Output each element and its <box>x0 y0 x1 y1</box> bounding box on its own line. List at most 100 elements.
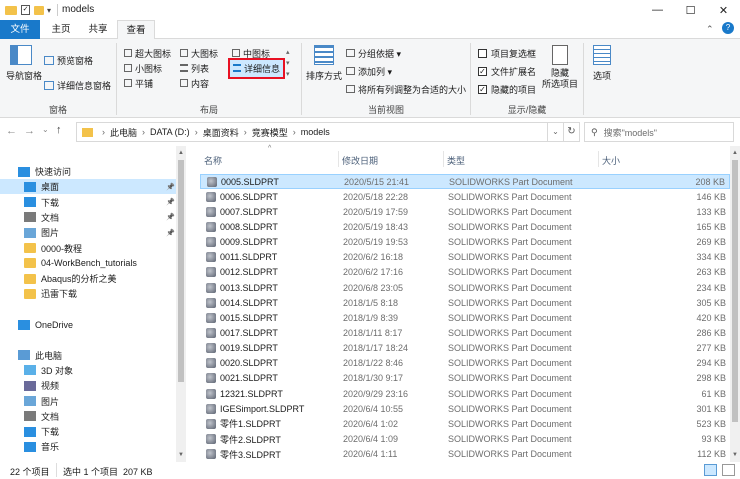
sort-by-button[interactable]: 排序方式 <box>306 45 342 82</box>
column-header-name[interactable]: 名称 <box>204 154 222 167</box>
file-row[interactable]: 零件1.SLDPRT 2020/6/4 1:02 SOLIDWORKS Part D… <box>200 416 730 431</box>
column-header-date[interactable]: 修改日期 <box>342 154 378 167</box>
nav-item[interactable]: 音乐 <box>0 439 176 454</box>
file-row[interactable]: 零件3.SLDPRT 2020/6/4 1:11 SOLIDWORKS Part D… <box>200 447 730 462</box>
nav-item[interactable]: 04-WorkBench_tutorials <box>0 256 176 271</box>
nav-item[interactable]: 桌面 📌 <box>0 179 176 195</box>
add-column-button[interactable]: 添加列 ▾ <box>346 65 392 78</box>
nav-scrollbar-thumb[interactable] <box>178 160 184 382</box>
maximize-button[interactable]: ☐ <box>674 0 707 20</box>
nav-item[interactable]: 3D 对象 <box>0 363 176 378</box>
nav-item[interactable]: OneDrive <box>0 317 176 332</box>
nav-item[interactable]: 文档 <box>0 409 176 424</box>
icon-grid-icon <box>232 49 240 57</box>
layout-content[interactable]: 内容 <box>180 77 209 90</box>
close-button[interactable]: ✕ <box>707 0 740 20</box>
nav-item[interactable]: Abaqus的分析之美 <box>0 271 176 286</box>
hidden-items-checkbox[interactable]: ✓ <box>478 85 487 94</box>
back-button[interactable]: ← <box>6 125 17 137</box>
tab-home[interactable]: 主页 <box>44 20 78 39</box>
breadcrumb-item[interactable]: DATA (D:) <box>150 127 190 137</box>
breadcrumb-item[interactable]: 桌面资料 <box>203 126 239 139</box>
nav-item[interactable]: 此电脑 <box>0 348 176 363</box>
breadcrumb[interactable]: › 此电脑 › DATA (D:) › 桌面资料 › 竞赛模型 › models <box>76 122 548 142</box>
layout-list[interactable]: 列表 <box>180 62 209 75</box>
collapse-ribbon-icon[interactable]: ⌃ <box>706 24 714 35</box>
breadcrumb-item[interactable]: 竞赛模型 <box>252 126 288 139</box>
nav-item[interactable]: 图片 📌 <box>0 225 176 240</box>
layout-tiles[interactable]: 平铺 <box>124 77 153 90</box>
file-row[interactable]: 0008.SLDPRT 2020/5/19 18:43 SOLIDWORKS Par… <box>200 219 730 234</box>
refresh-button[interactable]: ↻ <box>564 122 580 142</box>
gallery-scroll-icon[interactable]: ▴ ▾ ▾ <box>286 47 290 80</box>
folder-icon[interactable] <box>5 5 17 15</box>
nav-item[interactable]: 文档 📌 <box>0 210 176 225</box>
tab-view[interactable]: 查看 <box>117 20 155 40</box>
minimize-button[interactable]: — <box>641 0 674 20</box>
file-row[interactable]: 0007.SLDPRT 2020/5/19 17:59 SOLIDWORKS Par… <box>200 204 730 219</box>
breadcrumb-item[interactable]: 此电脑 <box>110 126 137 139</box>
file-row[interactable]: 0006.SLDPRT 2020/5/18 22:28 SOLIDWORKS Par… <box>200 189 730 204</box>
up-button[interactable]: ↑ <box>56 124 62 136</box>
hide-selected-button[interactable]: 隐藏 所选项目 <box>542 45 578 90</box>
details-pane-button[interactable]: 详细信息窗格 <box>44 79 111 92</box>
file-row[interactable]: 0017.SLDPRT 2018/1/11 8:17 SOLIDWORKS Part… <box>200 326 730 341</box>
layout-details[interactable]: 详细信息 <box>228 58 286 79</box>
large-icons-view-toggle[interactable] <box>722 464 735 476</box>
tab-share[interactable]: 共享 <box>80 20 116 39</box>
nav-scrollbar[interactable]: ▲ ▼ <box>176 146 186 462</box>
help-icon[interactable]: ? <box>722 22 734 34</box>
address-dropdown-button[interactable]: ⌄ <box>548 122 564 142</box>
file-row[interactable]: 0009.SLDPRT 2020/5/19 19:53 SOLIDWORKS Par… <box>200 235 730 250</box>
file-row[interactable]: 0015.SLDPRT 2018/1/9 8:39 SOLIDWORKS Part … <box>200 310 730 325</box>
file-row[interactable]: 0013.SLDPRT 2020/6/8 23:05 SOLIDWORKS Part… <box>200 280 730 295</box>
hidden-items-option[interactable]: ✓ 隐藏的项目 <box>478 83 536 96</box>
nav-item[interactable]: 迅雷下载 <box>0 286 176 301</box>
file-list-scrollbar[interactable]: ▲ ▼ <box>730 146 740 462</box>
layout-item-label: 小图标 <box>135 64 163 74</box>
tab-file[interactable]: 文件 <box>0 20 40 39</box>
nav-item[interactable]: 快速访问 <box>0 164 176 179</box>
nav-item[interactable]: 图片 <box>0 394 176 409</box>
file-extensions-checkbox[interactable]: ✓ <box>478 67 487 76</box>
recent-locations-button[interactable]: ⌄ <box>42 125 49 134</box>
nav-item[interactable]: 视频 <box>0 378 176 393</box>
options-button[interactable]: 选项 <box>588 45 616 82</box>
column-header-size[interactable]: 大小 <box>602 154 620 167</box>
layout-extra-large-icons[interactable]: 超大图标 <box>124 47 171 60</box>
file-row[interactable]: 0005.SLDPRT 2020/5/15 21:41 SOLIDWORKS Par… <box>200 174 730 190</box>
new-folder-icon[interactable] <box>34 5 44 15</box>
file-extensions-option[interactable]: ✓ 文件扩展名 <box>478 65 536 78</box>
customize-toolbar-icon[interactable]: ▾ <box>47 6 51 15</box>
file-row[interactable]: 0012.SLDPRT 2020/6/2 17:16 SOLIDWORKS Part… <box>200 265 730 280</box>
column-header-type[interactable]: 类型 <box>447 154 465 167</box>
preview-pane-button[interactable]: 预览窗格 <box>44 54 93 67</box>
file-row[interactable]: 0011.SLDPRT 2020/6/2 16:18 SOLIDWORKS Part… <box>200 250 730 265</box>
nav-item[interactable]: 下载 📌 <box>0 195 176 210</box>
fit-columns-button[interactable]: 将所有列调整为合适的大小 <box>346 83 466 96</box>
file-row[interactable]: 12321.SLDPRT 2020/9/29 23:16 SOLIDWORKS Pa… <box>200 386 730 401</box>
details-view-toggle[interactable] <box>704 464 717 476</box>
file-row[interactable]: 0014.SLDPRT 2018/1/5 8:18 SOLIDWORKS Part … <box>200 295 730 310</box>
group-by-button[interactable]: 分组依据 ▾ <box>346 47 401 60</box>
layout-large-icons[interactable]: 大图标 <box>180 47 218 60</box>
nav-item-label: 视频 <box>41 381 60 392</box>
file-list-scrollbar-thumb[interactable] <box>732 160 738 422</box>
file-row[interactable]: 零件2.SLDPRT 2020/6/4 1:09 SOLIDWORKS Part D… <box>200 432 730 447</box>
file-row[interactable]: IGESimport.SLDPRT 2020/6/4 10:55 SOLIDWORK… <box>200 401 730 416</box>
nav-item[interactable]: 下载 <box>0 424 176 439</box>
layout-small-icons[interactable]: 小图标 <box>124 62 162 75</box>
properties-icon[interactable]: ✓ <box>21 5 30 15</box>
forward-button[interactable]: → <box>24 125 35 137</box>
nav-pane-button[interactable]: 导航窗格 <box>6 45 42 82</box>
file-row[interactable]: 0020.SLDPRT 2018/1/22 8:46 SOLIDWORKS Part… <box>200 356 730 371</box>
file-row[interactable]: 0019.SLDPRT 2018/1/17 18:24 SOLIDWORKS Par… <box>200 341 730 356</box>
file-row[interactable]: 0021.SLDPRT 2018/1/30 9:17 SOLIDWORKS Part… <box>200 371 730 386</box>
item-checkboxes-option[interactable]: 项目复选框 <box>478 47 536 60</box>
file-name: 0015.SLDPRT <box>220 312 278 323</box>
item-checkboxes-checkbox[interactable] <box>478 49 487 58</box>
breadcrumb-item[interactable]: models <box>301 127 330 137</box>
nav-item[interactable]: 0000-教程 <box>0 241 176 256</box>
search-input[interactable]: ⚲ 搜索"models" <box>584 122 734 142</box>
